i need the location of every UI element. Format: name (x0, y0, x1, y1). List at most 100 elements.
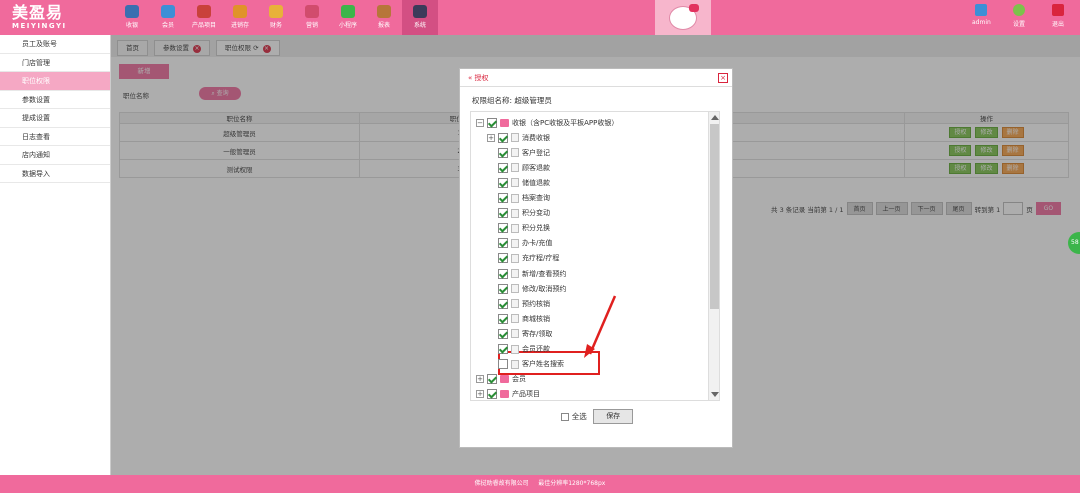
tree-node[interactable]: 寄存/领取 (498, 326, 552, 341)
nav-miniprogram[interactable]: 小程序 (330, 0, 366, 35)
permission-checkbox[interactable] (498, 283, 508, 294)
logout-label: 退出 (1052, 21, 1065, 28)
user-menu[interactable]: admin (972, 4, 991, 26)
permission-checkbox[interactable] (498, 359, 508, 370)
permission-checkbox[interactable] (498, 344, 508, 354)
miniprogram-icon (341, 5, 355, 18)
marketing-icon (305, 5, 319, 18)
select-all-checkbox[interactable] (560, 412, 569, 421)
app-logo: 美盈易 MEIYINGYI (12, 4, 67, 31)
tree-node[interactable]: 办卡/充值 (498, 236, 552, 251)
permission-checkbox[interactable] (498, 162, 508, 173)
permission-checkbox[interactable] (498, 298, 508, 309)
logo-text-en: MEIYINGYI (12, 22, 67, 30)
permission-checkbox[interactable] (498, 177, 508, 188)
tree-node[interactable]: 储值退款 (498, 175, 550, 190)
file-icon (511, 344, 519, 354)
permission-checkbox[interactable] (498, 223, 508, 234)
nav-member[interactable]: 会员 (150, 0, 186, 35)
sidebar-item[interactable]: 员工及账号 (0, 35, 110, 54)
main-nav: 收银 会员 产品项目 进销存 财务 营销 小程序 报表 系统 (114, 0, 438, 35)
permission-checkbox[interactable] (498, 268, 508, 279)
inventory-icon (233, 5, 247, 18)
file-icon (511, 253, 519, 263)
tree-scrollbar[interactable] (708, 112, 719, 400)
tree-node[interactable]: − 收银（含PC收银及平板APP收银） (476, 115, 618, 130)
footer: 佛挝助睿故有限公司 最佳分辨率1280*768px (0, 475, 1080, 493)
permission-checkbox[interactable] (498, 238, 508, 249)
tree-node[interactable]: 充疗程/疗程 (498, 251, 559, 266)
save-button[interactable]: 保存 (593, 409, 634, 424)
nav-finance[interactable]: 财务 (258, 0, 294, 35)
tree-node[interactable]: + 产品项目 (476, 387, 540, 400)
top-bar: 美盈易 MEIYINGYI 收银 会员 产品项目 进销存 财务 营销 小程序 报表 系统 adm… (0, 0, 1080, 35)
tree-node[interactable]: 客户登记 (498, 145, 550, 160)
expand-icon[interactable]: + (476, 375, 484, 384)
sidebar-item[interactable]: 数据导入 (0, 165, 110, 183)
tree-node[interactable]: + 消费收银 (487, 130, 550, 145)
tree-node-label: 积分变动 (522, 209, 550, 218)
permission-checkbox[interactable] (498, 208, 508, 219)
permission-checkbox[interactable] (498, 193, 508, 203)
footer-company: 佛挝助睿故有限公司 (474, 480, 529, 487)
nav-report[interactable]: 报表 (366, 0, 402, 35)
sidebar-item[interactable]: 职位权限 (0, 72, 110, 91)
tree-node[interactable]: + 会员 (476, 372, 526, 387)
permission-checkbox[interactable] (498, 147, 508, 158)
settings-label: 设置 (1013, 21, 1026, 28)
permission-checkbox[interactable] (498, 328, 508, 339)
tree-node-label: 修改/取消预约 (522, 284, 567, 293)
sidebar-item[interactable]: 门店管理 (0, 54, 110, 72)
nav-label: 报表 (377, 22, 390, 29)
hello-kitty-mascot (655, 0, 711, 35)
tree-node[interactable]: 商城核销 (498, 311, 550, 326)
close-icon[interactable]: × (718, 73, 728, 83)
tree-node[interactable]: 会员还款 (498, 342, 550, 357)
file-icon (511, 299, 519, 309)
tree-node[interactable]: 修改/取消预约 (498, 281, 566, 296)
nav-system[interactable]: 系统 (402, 0, 438, 35)
expand-icon[interactable]: + (487, 133, 495, 142)
permission-checkbox[interactable] (487, 117, 497, 128)
finance-icon (269, 5, 283, 18)
permission-checkbox[interactable] (498, 132, 508, 143)
file-icon (511, 238, 519, 248)
nav-marketing[interactable]: 营销 (294, 0, 330, 35)
tree-node[interactable]: 档案查询 (498, 191, 550, 206)
file-icon (511, 269, 519, 278)
permission-checkbox[interactable] (498, 253, 508, 264)
tree-node[interactable]: 积分变动 (498, 206, 550, 221)
nav-cashier[interactable]: 收银 (114, 0, 150, 35)
arrow-annotation (584, 295, 617, 358)
logout-icon (1052, 4, 1064, 16)
nav-label: 营销 (305, 22, 318, 29)
tree-node[interactable]: 新增/查看预约 (498, 266, 566, 281)
sidebar-item[interactable]: 提成设置 (0, 109, 110, 128)
scroll-thumb[interactable] (710, 124, 719, 309)
sidebar-item[interactable]: 店内通知 (0, 146, 110, 165)
permission-checkbox[interactable] (487, 374, 497, 385)
tree-node-label: 消费收银 (522, 133, 550, 142)
scroll-up-icon[interactable] (711, 115, 719, 120)
nav-label: 小程序 (338, 22, 357, 29)
sidebar-item[interactable]: 日志查看 (0, 128, 110, 146)
user-name: admin (972, 19, 991, 26)
nav-inventory[interactable]: 进销存 (222, 0, 258, 35)
nav-product[interactable]: 产品项目 (186, 0, 222, 35)
logout-button[interactable]: 退出 (1052, 4, 1064, 28)
tree-node-label: 档案查询 (522, 194, 550, 202)
settings-button[interactable]: 设置 (1013, 4, 1025, 28)
sidebar-item[interactable]: 参数设置 (0, 91, 110, 109)
scroll-down-icon[interactable] (711, 392, 719, 397)
tree-node[interactable]: 顾客退款 (498, 160, 550, 175)
member-icon (161, 5, 175, 18)
tree-node[interactable]: 积分兑换 (498, 221, 550, 236)
permission-checkbox[interactable] (498, 313, 508, 324)
select-all[interactable]: 全选 (560, 411, 587, 422)
tree-node[interactable]: 预约核销 (498, 296, 550, 311)
collapse-icon[interactable]: − (476, 118, 484, 127)
permission-checkbox[interactable] (487, 389, 497, 400)
tree-node[interactable]: 客户姓名搜索 (498, 357, 564, 372)
nav-label: 进销存 (230, 22, 249, 29)
expand-icon[interactable]: + (476, 390, 484, 399)
